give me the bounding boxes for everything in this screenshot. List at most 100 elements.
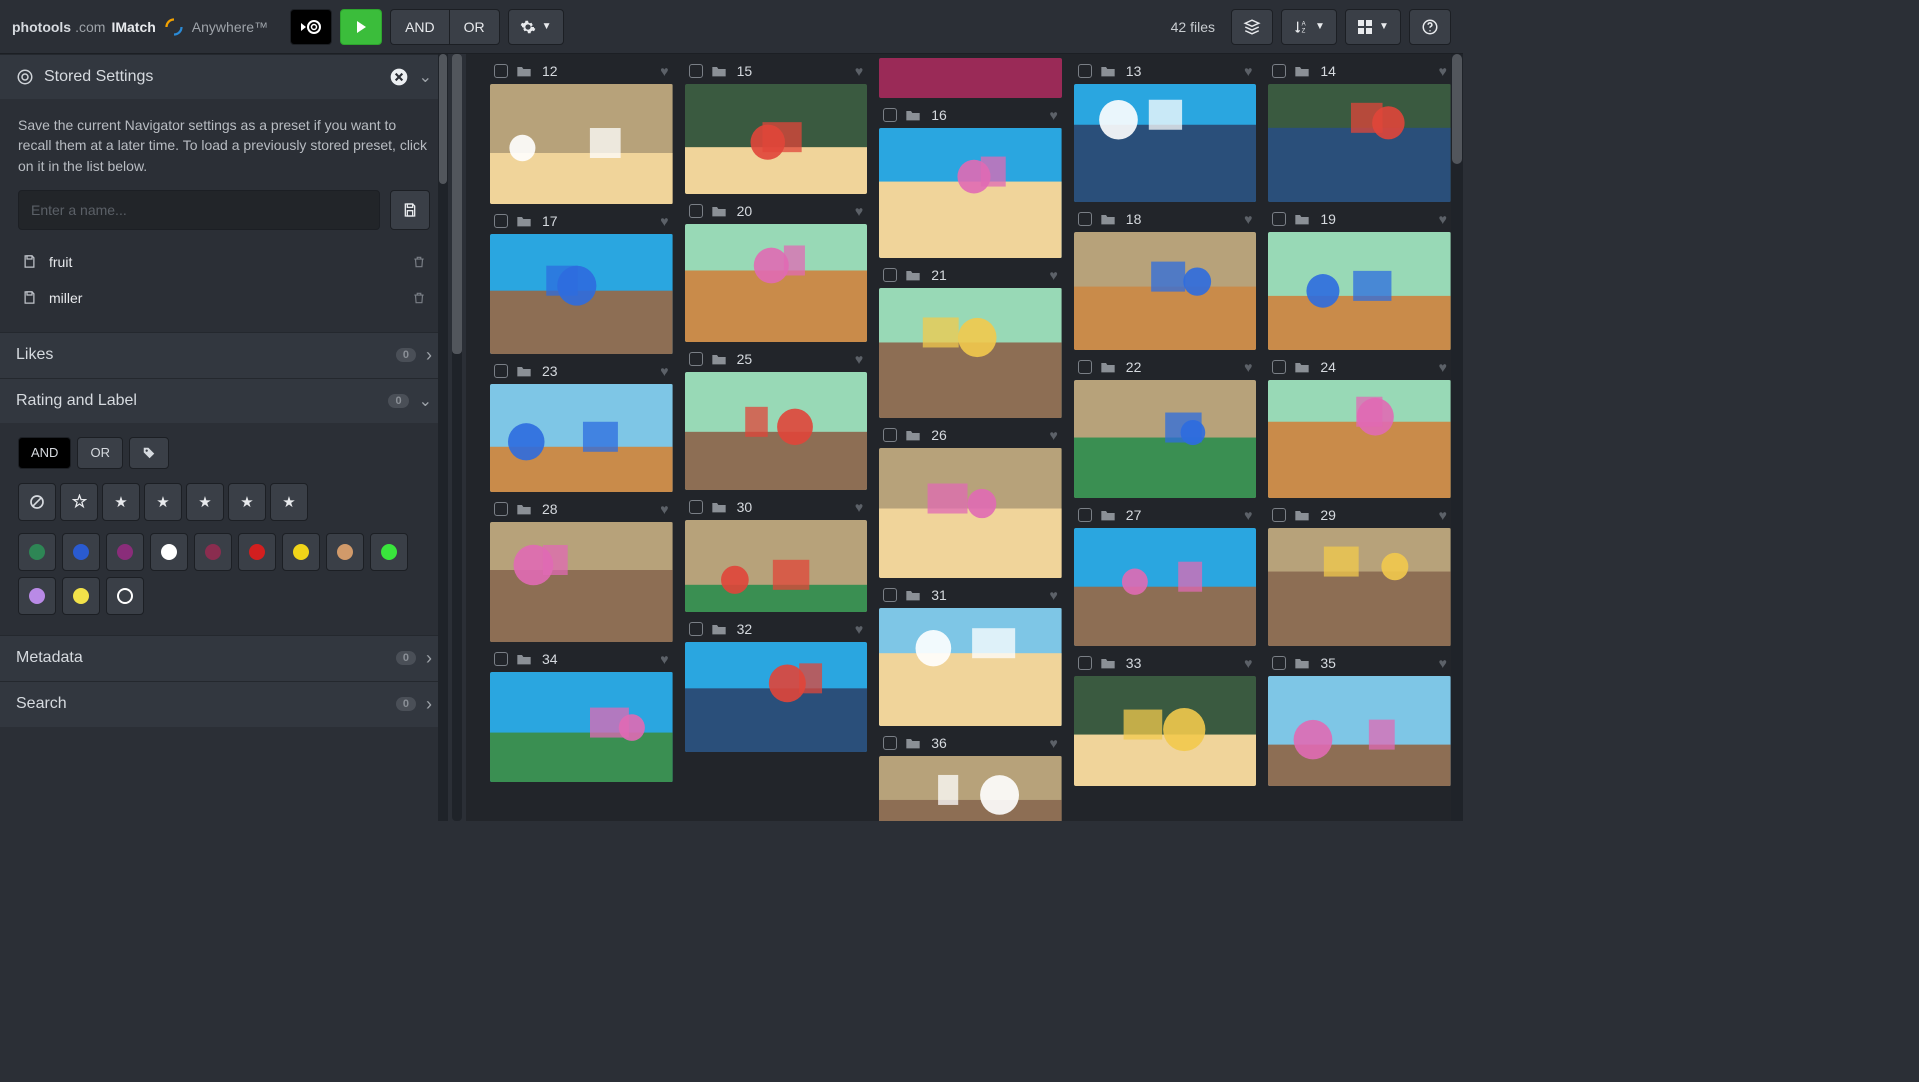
favorite-button[interactable]: ♥	[1049, 267, 1057, 283]
favorite-button[interactable]: ♥	[855, 621, 863, 637]
view-dropdown-button[interactable]: ▼	[1345, 9, 1401, 45]
collapse-stored-button[interactable]: ⌄	[419, 67, 432, 87]
delete-preset-button[interactable]	[412, 291, 426, 305]
favorite-button[interactable]: ♥	[1244, 63, 1252, 79]
search-header[interactable]: Search 0 ›	[0, 681, 448, 727]
rating-5-button[interactable]: ★	[270, 483, 308, 521]
preset-item[interactable]: fruit	[18, 244, 430, 280]
favorite-button[interactable]: ♥	[660, 63, 668, 79]
preset-item[interactable]: miller	[18, 280, 430, 316]
select-checkbox[interactable]	[494, 214, 508, 228]
select-checkbox[interactable]	[494, 652, 508, 666]
select-checkbox[interactable]	[1272, 656, 1286, 670]
favorite-button[interactable]: ♥	[1439, 359, 1447, 375]
delete-preset-button[interactable]	[412, 255, 426, 269]
folder-icon[interactable]	[711, 622, 727, 636]
favorite-button[interactable]: ♥	[1049, 735, 1057, 751]
select-checkbox[interactable]	[494, 364, 508, 378]
expand-search-button[interactable]: ›	[426, 694, 432, 715]
favorite-button[interactable]: ♥	[660, 363, 668, 379]
thumbnail[interactable]	[1074, 676, 1257, 786]
favorite-button[interactable]: ♥	[1049, 427, 1057, 443]
thumbnail[interactable]	[490, 84, 673, 204]
folder-icon[interactable]	[1100, 508, 1116, 522]
favorite-button[interactable]: ♥	[660, 213, 668, 229]
favorite-button[interactable]: ♥	[1049, 587, 1057, 603]
rating-tag-button[interactable]	[129, 437, 169, 469]
thumbnail[interactable]	[685, 520, 868, 612]
folder-icon[interactable]	[516, 364, 532, 378]
color-swatch[interactable]	[370, 533, 408, 571]
select-checkbox[interactable]	[1272, 212, 1286, 226]
expand-likes-button[interactable]: ›	[426, 345, 432, 366]
divider-scrollbar[interactable]	[448, 54, 466, 821]
select-checkbox[interactable]	[1078, 508, 1092, 522]
folder-icon[interactable]	[1294, 508, 1310, 522]
favorite-button[interactable]: ♥	[660, 651, 668, 667]
folder-icon[interactable]	[905, 736, 921, 750]
color-swatch[interactable]	[326, 533, 364, 571]
metadata-header[interactable]: Metadata 0 ›	[0, 635, 448, 681]
folder-icon[interactable]	[1100, 656, 1116, 670]
select-checkbox[interactable]	[883, 108, 897, 122]
thumbnail[interactable]	[879, 756, 1062, 821]
thumbnail-partial[interactable]	[879, 58, 1062, 98]
select-checkbox[interactable]	[1078, 360, 1092, 374]
thumbnail[interactable]	[490, 234, 673, 354]
color-swatch[interactable]	[194, 533, 232, 571]
play-button[interactable]	[340, 9, 382, 45]
color-swatch[interactable]	[150, 533, 188, 571]
select-checkbox[interactable]	[1078, 64, 1092, 78]
favorite-button[interactable]: ♥	[855, 499, 863, 515]
favorite-button[interactable]: ♥	[1244, 507, 1252, 523]
thumbnail[interactable]	[1268, 676, 1451, 786]
thumbnail[interactable]	[490, 384, 673, 492]
thumbnail[interactable]	[490, 672, 673, 782]
thumbnail[interactable]	[879, 128, 1062, 258]
favorite-button[interactable]: ♥	[1439, 211, 1447, 227]
select-checkbox[interactable]	[1078, 212, 1092, 226]
color-swatch[interactable]	[62, 533, 100, 571]
stack-button[interactable]	[1231, 9, 1273, 45]
folder-icon[interactable]	[711, 64, 727, 78]
rating-header[interactable]: Rating and Label 0 ⌄	[0, 378, 448, 423]
rating-star-outline-button[interactable]	[60, 483, 98, 521]
select-checkbox[interactable]	[883, 428, 897, 442]
select-checkbox[interactable]	[689, 500, 703, 514]
favorite-button[interactable]: ♥	[1244, 655, 1252, 671]
color-swatch[interactable]	[62, 577, 100, 615]
thumbnail[interactable]	[490, 522, 673, 642]
rating-or-button[interactable]: OR	[77, 437, 123, 469]
favorite-button[interactable]: ♥	[855, 351, 863, 367]
folder-icon[interactable]	[516, 652, 532, 666]
or-button[interactable]: OR	[449, 9, 500, 45]
select-checkbox[interactable]	[494, 502, 508, 516]
folder-icon[interactable]	[516, 214, 532, 228]
rating-4-button[interactable]: ★	[228, 483, 266, 521]
thumbnail[interactable]	[685, 372, 868, 490]
color-swatch[interactable]	[282, 533, 320, 571]
select-checkbox[interactable]	[689, 352, 703, 366]
likes-header[interactable]: Likes 0 ›	[0, 332, 448, 378]
thumbnail[interactable]	[685, 84, 868, 194]
navigate-back-button[interactable]	[290, 9, 332, 45]
color-swatch[interactable]	[18, 533, 56, 571]
folder-icon[interactable]	[905, 108, 921, 122]
folder-icon[interactable]	[711, 204, 727, 218]
folder-icon[interactable]	[516, 64, 532, 78]
favorite-button[interactable]: ♥	[855, 63, 863, 79]
folder-icon[interactable]	[1100, 360, 1116, 374]
folder-icon[interactable]	[905, 268, 921, 282]
rating-1-button[interactable]: ★	[102, 483, 140, 521]
select-checkbox[interactable]	[883, 736, 897, 750]
folder-icon[interactable]	[516, 502, 532, 516]
color-swatch[interactable]	[238, 533, 276, 571]
color-none-swatch[interactable]	[106, 577, 144, 615]
thumbnail[interactable]	[879, 608, 1062, 726]
settings-dropdown-button[interactable]: ▼	[508, 9, 564, 45]
folder-icon[interactable]	[1294, 360, 1310, 374]
expand-metadata-button[interactable]: ›	[426, 648, 432, 669]
select-checkbox[interactable]	[1272, 64, 1286, 78]
thumbnail[interactable]	[1074, 232, 1257, 350]
select-checkbox[interactable]	[1272, 508, 1286, 522]
